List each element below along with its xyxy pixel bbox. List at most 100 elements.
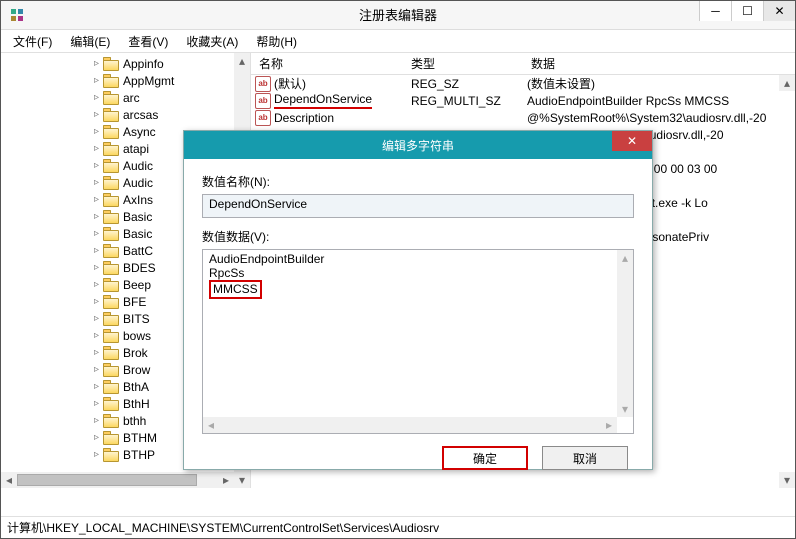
tree-item[interactable]: ▹arcsas [1,106,250,123]
folder-icon [103,431,119,444]
edit-multistring-dialog: 编辑多字符串 ✕ 数值名称(N): DependOnService 数值数据(V… [183,130,653,470]
folder-icon [103,108,119,121]
list-row[interactable]: abDescription@%SystemRoot%\System32\audi… [251,109,795,126]
value-type: REG_SZ [403,77,523,91]
column-headers[interactable]: 名称 类型 数据 [251,53,795,75]
tree-label: Basic [123,210,152,224]
value-name: Description [274,111,334,125]
tree-label: Appinfo [123,57,164,71]
window-title: 注册表编辑器 [1,1,795,30]
folder-icon [103,74,119,87]
menubar: 文件(F) 编辑(E) 查看(V) 收藏夹(A) 帮助(H) [1,30,795,52]
tree-label: Brow [123,363,150,377]
tree-label: BFE [123,295,146,309]
folder-icon [103,142,119,155]
list-row[interactable]: ab(默认)REG_SZ(数值未设置) [251,75,795,92]
expander-icon[interactable]: ▹ [91,296,102,307]
column-type[interactable]: 类型 [403,55,523,72]
cancel-button[interactable]: 取消 [542,446,628,470]
expander-icon[interactable]: ▹ [91,228,102,239]
column-data[interactable]: 数据 [523,55,795,72]
folder-icon [103,329,119,342]
value-name-input[interactable]: DependOnService [202,194,634,218]
textarea-scrollbar-horizontal[interactable]: ◂ ▸ [203,417,617,433]
tree-label: AppMgmt [123,74,174,88]
value-name-label: 数值名称(N): [202,173,634,190]
app-icon [9,7,25,23]
list-scroll-up[interactable]: ▴ [779,75,795,91]
tree-label: BthA [123,380,149,394]
expander-icon[interactable]: ▹ [91,245,102,256]
expander-icon[interactable]: ▹ [91,211,102,222]
minimize-button[interactable]: ─ [699,1,731,21]
expander-icon[interactable]: ▹ [91,432,102,443]
folder-icon [103,57,119,70]
tree-label: BTHP [123,448,155,462]
expander-icon[interactable]: ▹ [91,177,102,188]
highlighted-value: MMCSS [209,280,262,299]
menu-file[interactable]: 文件(F) [7,31,58,52]
expander-icon[interactable]: ▹ [91,194,102,205]
folder-icon [103,193,119,206]
tree-label: Audic [123,176,153,190]
tree-item[interactable]: ▹ arc [1,89,250,106]
expander-icon[interactable]: ▹ [91,160,102,171]
expander-icon[interactable]: ▹ [91,126,102,137]
expander-icon[interactable]: ▹ [91,347,102,358]
value-data-textarea[interactable]: AudioEndpointBuilder RpcSs MMCSS ▴ ▾ ◂ ▸ [202,249,634,434]
window-controls: ─ ☐ ✕ [699,1,795,21]
value-name: (默认) [274,75,306,92]
expander-icon[interactable]: ▹ [91,313,102,324]
list-scroll-down[interactable]: ▾ [779,472,795,488]
folder-icon [103,414,119,427]
expander-icon[interactable]: ▹ [91,449,102,460]
expander-icon[interactable]: ▹ [91,415,102,426]
expander-icon[interactable]: ▹ [91,262,102,273]
expander-icon[interactable]: ▹ [91,143,102,154]
folder-icon [103,227,119,240]
expander-icon[interactable]: ▹ [91,330,102,341]
string-value-icon: ab [255,76,271,92]
titlebar: 注册表编辑器 ─ ☐ ✕ [1,1,795,30]
tree-label: Audic [123,159,153,173]
expander-icon[interactable]: ▹ [91,398,102,409]
tree-label: Async [123,125,156,139]
tree-label: BDES [123,261,156,275]
value-name: DependOnService [274,92,372,109]
menu-favorites[interactable]: 收藏夹(A) [180,31,244,52]
list-row[interactable]: abDependOnServiceREG_MULTI_SZAudioEndpoi… [251,92,795,109]
folder-icon [103,346,119,359]
expander-icon[interactable]: ▹ [91,364,102,375]
expander-icon[interactable]: ▹ [91,92,102,103]
folder-icon [103,125,119,138]
tree-item[interactable]: ▹ AppMgmt [1,72,250,89]
expander-icon[interactable]: ▹ [91,109,102,120]
column-name[interactable]: 名称 [251,55,403,72]
folder-icon [103,159,119,172]
expander-icon[interactable]: ▹ [91,58,102,69]
expander-icon[interactable]: ▹ [91,381,102,392]
folder-icon [103,244,119,257]
tree-label: BattC [123,244,153,258]
ok-button[interactable]: 确定 [442,446,528,470]
data-line-3: MMCSS [209,280,627,299]
expander-icon[interactable]: ▹ [91,75,102,86]
folder-icon [103,261,119,274]
menu-edit[interactable]: 编辑(E) [64,31,116,52]
tree-label: Basic [123,227,152,241]
folder-icon [103,397,119,410]
folder-icon [103,91,119,104]
maximize-button[interactable]: ☐ [731,1,763,21]
menu-view[interactable]: 查看(V) [122,31,174,52]
dialog-close-button[interactable]: ✕ [612,131,652,151]
tree-label: arc [123,91,140,105]
textarea-scrollbar-vertical[interactable]: ▴ ▾ [617,250,633,417]
value-data: @%SystemRoot%\System32\audiosrv.dll,-20 [523,111,795,125]
folder-icon [103,448,119,461]
folder-icon [103,210,119,223]
close-button[interactable]: ✕ [763,1,795,21]
tree-item[interactable]: ▹ Appinfo [1,55,250,72]
menu-help[interactable]: 帮助(H) [250,31,303,52]
status-path: 计算机\HKEY_LOCAL_MACHINE\SYSTEM\CurrentCon… [7,519,439,536]
expander-icon[interactable]: ▹ [91,279,102,290]
